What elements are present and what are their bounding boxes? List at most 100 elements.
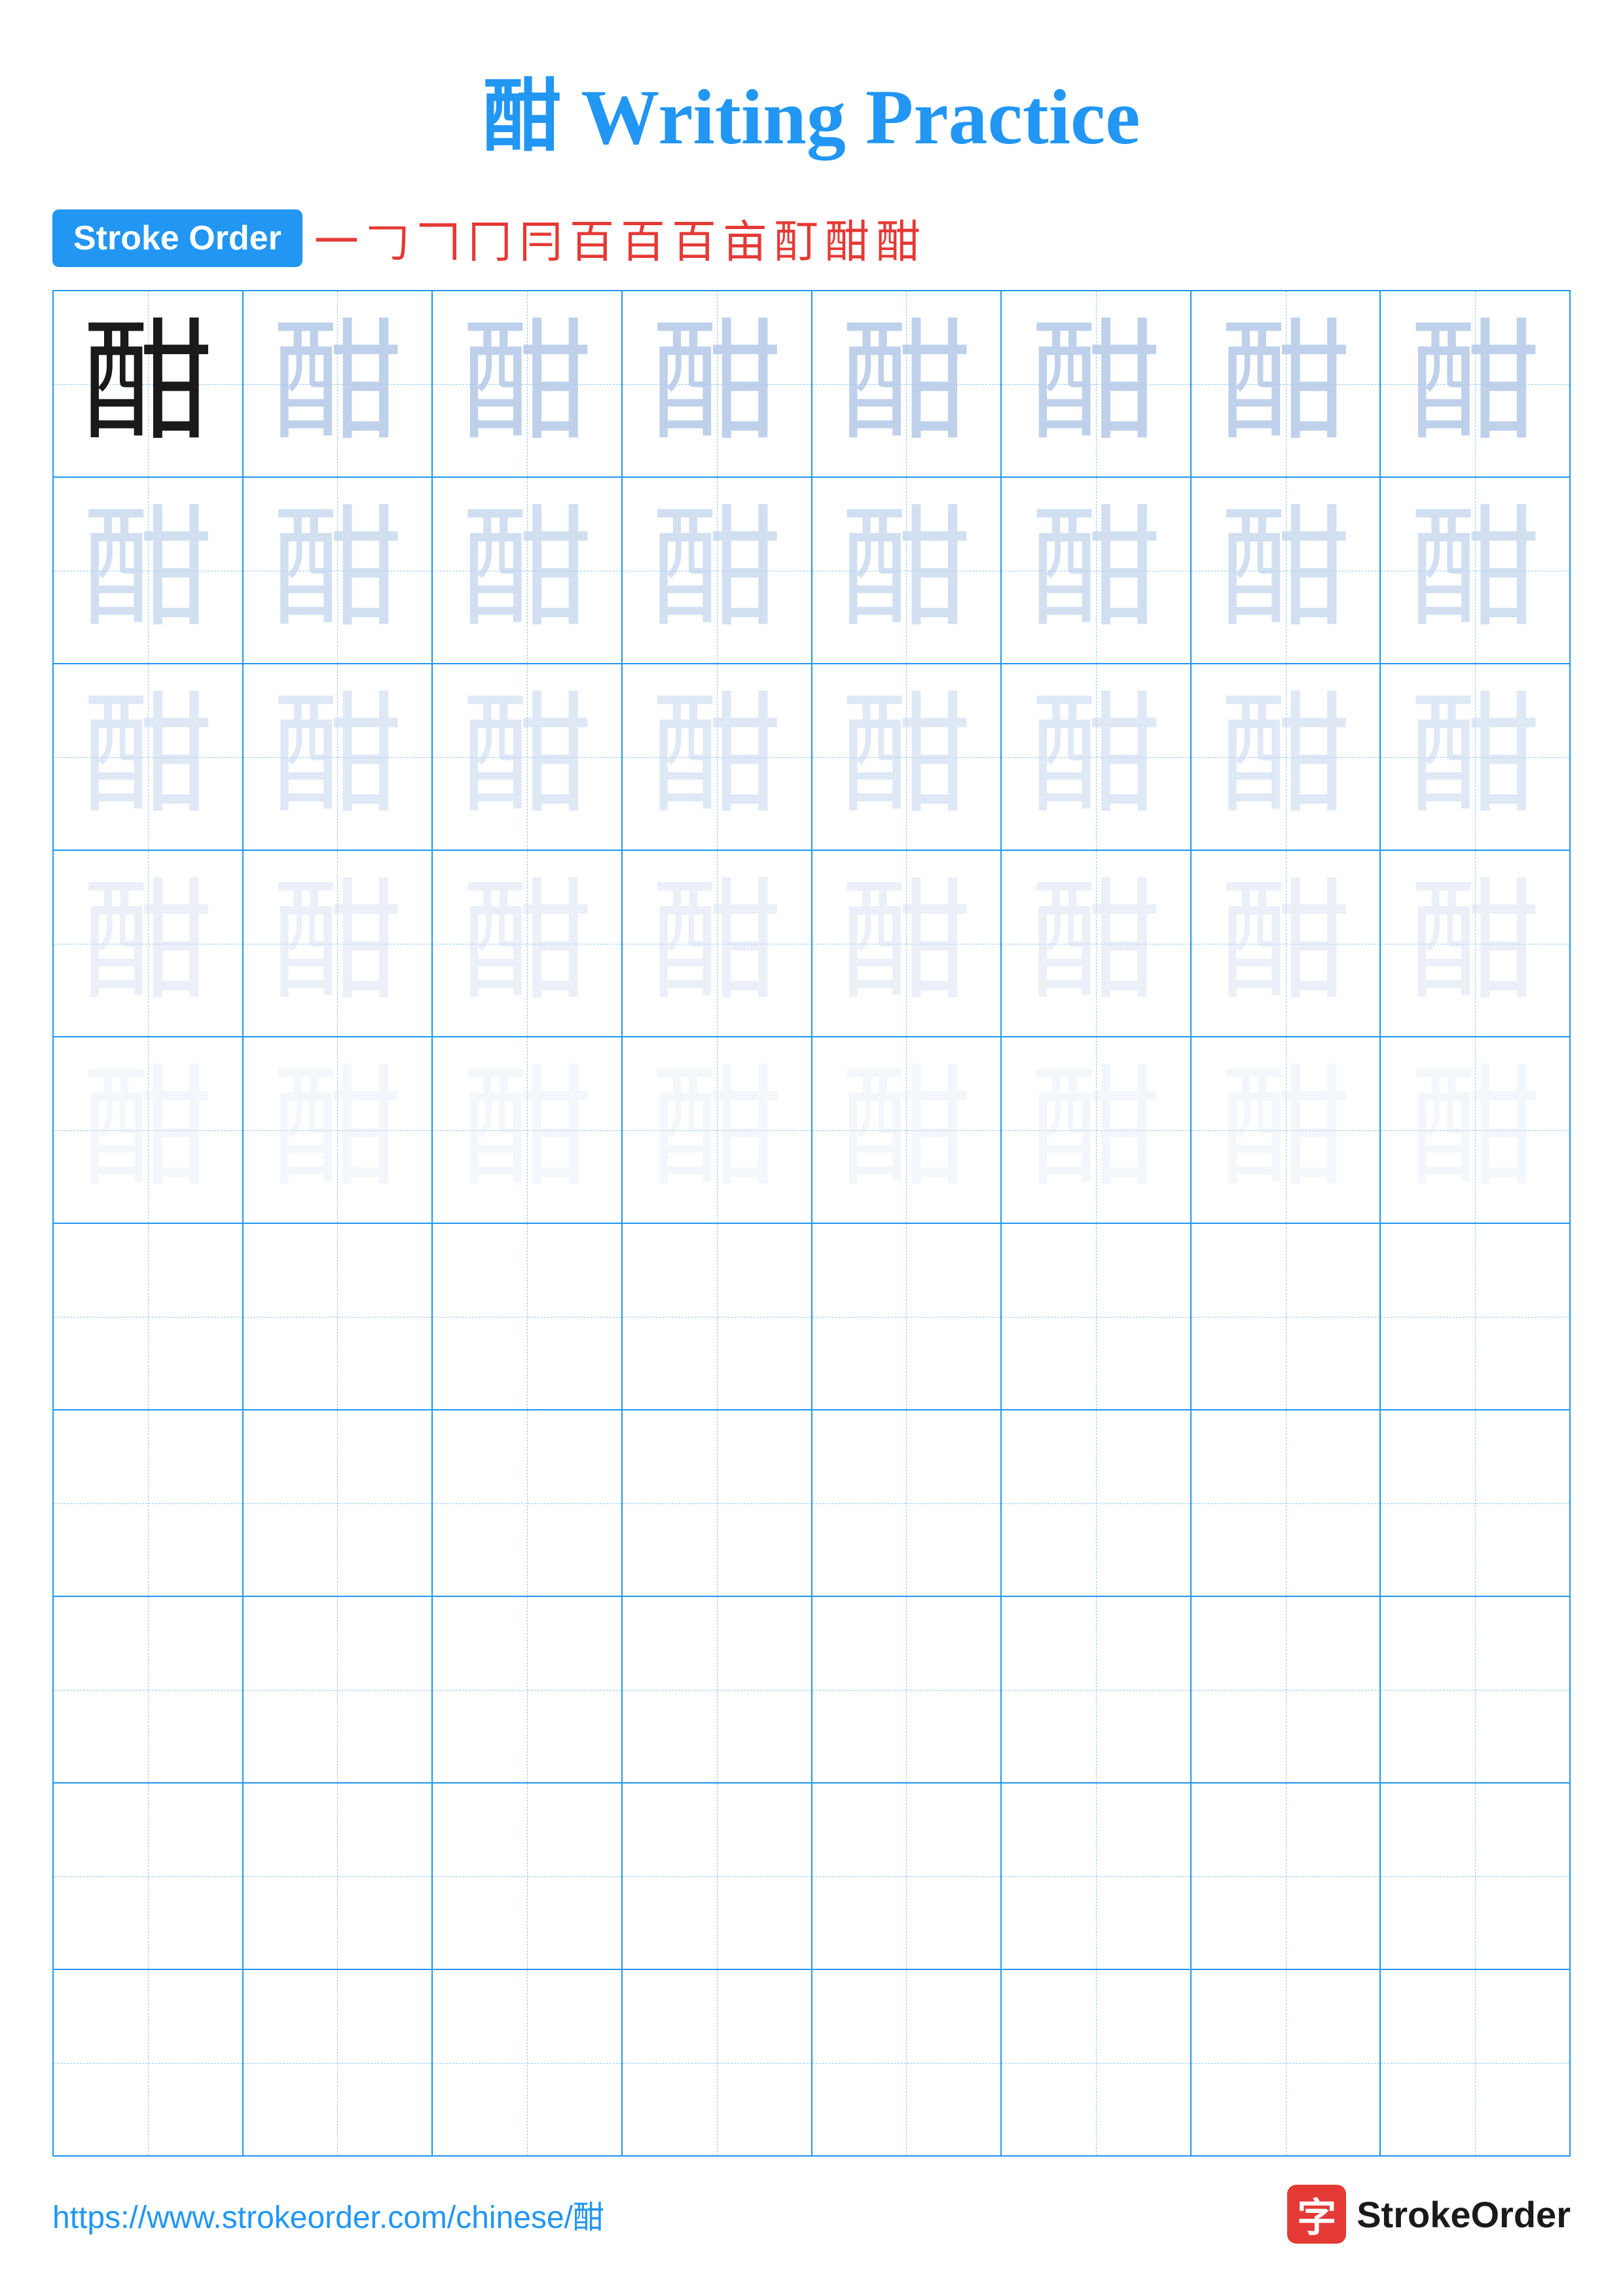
grid-cell[interactable]: 酣 <box>1001 291 1191 477</box>
grid-cell[interactable] <box>432 1223 622 1410</box>
practice-char: 酣 <box>82 1065 213 1196</box>
grid-cell[interactable]: 酣 <box>432 291 622 477</box>
table-row: 酣 酣 酣 酣 酣 酣 酣 酣 <box>53 291 1570 477</box>
grid-cell[interactable]: 酣 <box>243 664 433 850</box>
grid-cell[interactable]: 酣 <box>432 477 622 664</box>
practice-grid-container: 酣 酣 酣 酣 酣 酣 酣 酣 酣 酣 酣 酣 酣 酣 酣 酣 酣 酣 酣 酣 <box>0 290 1623 2157</box>
grid-cell[interactable] <box>243 1596 433 1783</box>
grid-cell[interactable]: 酣 <box>1001 1037 1191 1223</box>
grid-cell[interactable]: 酣 <box>622 477 812 664</box>
grid-cell[interactable] <box>243 1223 433 1410</box>
grid-cell[interactable] <box>53 1783 243 1969</box>
grid-cell[interactable] <box>243 1410 433 1596</box>
grid-cell[interactable] <box>1001 1783 1191 1969</box>
practice-char: 酣 <box>1410 319 1541 450</box>
grid-cell[interactable] <box>53 1223 243 1410</box>
grid-cell[interactable] <box>1001 1223 1191 1410</box>
grid-cell[interactable] <box>243 1783 433 1969</box>
grid-cell[interactable]: 酣 <box>1380 664 1570 850</box>
practice-char: 酣 <box>1220 878 1351 1009</box>
practice-char: 酣 <box>1410 692 1541 823</box>
practice-char: 酣 <box>272 692 403 823</box>
grid-cell[interactable]: 酣 <box>622 1037 812 1223</box>
grid-cell[interactable] <box>243 1969 433 2156</box>
grid-cell[interactable] <box>432 1969 622 2156</box>
grid-cell[interactable] <box>622 1969 812 2156</box>
grid-cell[interactable] <box>1380 1223 1570 1410</box>
grid-cell[interactable]: 酣 <box>1001 477 1191 664</box>
grid-cell[interactable]: 酣 <box>1380 477 1570 664</box>
grid-cell[interactable] <box>812 1596 1002 1783</box>
practice-char: 酣 <box>272 878 403 1009</box>
practice-char: 酣 <box>462 319 593 450</box>
grid-cell[interactable] <box>622 1783 812 1969</box>
grid-cell[interactable] <box>1380 1410 1570 1596</box>
grid-cell[interactable] <box>53 1410 243 1596</box>
grid-cell[interactable] <box>53 1596 243 1783</box>
grid-cell[interactable]: 酣 <box>243 850 433 1037</box>
grid-cell[interactable]: 酣 <box>53 1037 243 1223</box>
grid-cell[interactable] <box>1191 1223 1381 1410</box>
grid-cell[interactable] <box>622 1596 812 1783</box>
grid-cell[interactable]: 酣 <box>812 850 1002 1037</box>
grid-cell[interactable]: 酣 <box>53 477 243 664</box>
grid-cell[interactable] <box>1001 1969 1191 2156</box>
stroke-char-10: 酊 <box>774 206 818 270</box>
grid-cell[interactable] <box>1380 1596 1570 1783</box>
practice-char: 酣 <box>1410 878 1541 1009</box>
grid-cell[interactable] <box>622 1410 812 1596</box>
grid-cell[interactable] <box>1191 1783 1381 1969</box>
grid-cell[interactable] <box>1380 1783 1570 1969</box>
grid-cell[interactable]: 酣 <box>812 477 1002 664</box>
practice-char: 酣 <box>651 692 782 823</box>
grid-cell[interactable] <box>1001 1596 1191 1783</box>
practice-char: 酣 <box>272 1065 403 1196</box>
stroke-char-12: 酣 <box>876 206 921 270</box>
practice-char: 酣 <box>651 878 782 1009</box>
grid-cell[interactable]: 酣 <box>1380 291 1570 477</box>
grid-cell[interactable]: 酣 <box>243 1037 433 1223</box>
grid-cell[interactable]: 酣 <box>812 664 1002 850</box>
grid-cell[interactable]: 酣 <box>1191 477 1381 664</box>
grid-cell[interactable]: 酣 <box>1380 1037 1570 1223</box>
grid-cell[interactable]: 酣 <box>1191 664 1381 850</box>
grid-cell[interactable] <box>1191 1596 1381 1783</box>
grid-cell[interactable]: 酣 <box>53 664 243 850</box>
grid-cell[interactable]: 酣 <box>622 291 812 477</box>
grid-cell[interactable]: 酣 <box>1191 850 1381 1037</box>
practice-char: 酣 <box>462 505 593 636</box>
grid-cell[interactable]: 酣 <box>243 291 433 477</box>
grid-cell[interactable] <box>432 1783 622 1969</box>
grid-cell[interactable] <box>1191 1969 1381 2156</box>
grid-cell[interactable] <box>1380 1969 1570 2156</box>
grid-cell[interactable]: 酣 <box>53 291 243 477</box>
grid-cell[interactable] <box>1001 1410 1191 1596</box>
grid-cell[interactable]: 酣 <box>1380 850 1570 1037</box>
practice-char: 酣 <box>1030 505 1161 636</box>
grid-cell[interactable] <box>53 1969 243 2156</box>
grid-cell[interactable] <box>1191 1410 1381 1596</box>
grid-cell[interactable]: 酣 <box>622 664 812 850</box>
grid-cell[interactable] <box>812 1410 1002 1596</box>
grid-cell[interactable]: 酣 <box>812 291 1002 477</box>
grid-cell[interactable] <box>812 1223 1002 1410</box>
grid-cell[interactable]: 酣 <box>53 850 243 1037</box>
grid-cell[interactable] <box>432 1596 622 1783</box>
table-row: 酣 酣 酣 酣 酣 酣 酣 酣 <box>53 850 1570 1037</box>
table-row: 酣 酣 酣 酣 酣 酣 酣 酣 <box>53 664 1570 850</box>
practice-char: 酣 <box>841 319 972 450</box>
grid-cell[interactable]: 酣 <box>1001 850 1191 1037</box>
grid-cell[interactable] <box>812 1969 1002 2156</box>
grid-cell[interactable] <box>622 1223 812 1410</box>
grid-cell[interactable] <box>432 1410 622 1596</box>
grid-cell[interactable]: 酣 <box>1001 664 1191 850</box>
grid-cell[interactable]: 酣 <box>812 1037 1002 1223</box>
grid-cell[interactable]: 酣 <box>1191 291 1381 477</box>
grid-cell[interactable]: 酣 <box>432 1037 622 1223</box>
grid-cell[interactable]: 酣 <box>432 850 622 1037</box>
grid-cell[interactable]: 酣 <box>243 477 433 664</box>
grid-cell[interactable] <box>812 1783 1002 1969</box>
grid-cell[interactable]: 酣 <box>432 664 622 850</box>
grid-cell[interactable]: 酣 <box>1191 1037 1381 1223</box>
grid-cell[interactable]: 酣 <box>622 850 812 1037</box>
